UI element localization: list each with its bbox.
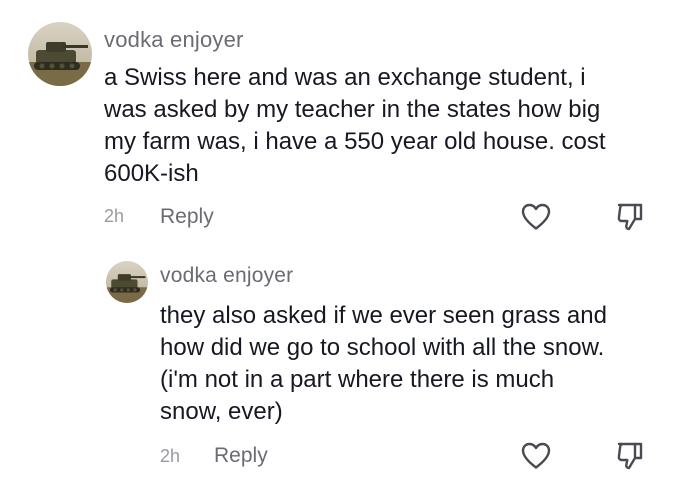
heart-outline-icon: [521, 203, 551, 230]
reply-button[interactable]: Reply: [160, 205, 214, 229]
comment-username[interactable]: vodka enjoyer: [104, 27, 244, 53]
avatar[interactable]: [28, 22, 92, 86]
heart-outline-icon: [521, 442, 551, 469]
reply-dislike-button[interactable]: [610, 436, 650, 476]
reply-timestamp: 2h: [160, 446, 181, 466]
thumbs-down-icon: [617, 442, 643, 470]
reply-text: they also asked if we ever seen grass an…: [160, 302, 607, 425]
dislike-button[interactable]: [610, 197, 650, 237]
reply-reply-button[interactable]: Reply: [214, 444, 268, 468]
comment-timestamp: 2h: [104, 206, 125, 226]
thumbs-down-icon: [617, 203, 643, 231]
like-button[interactable]: [516, 197, 556, 237]
comment-thread: vodka enjoyer a Swiss here and was an ex…: [0, 0, 700, 487]
reply-like-button[interactable]: [516, 436, 556, 476]
reply-username[interactable]: vodka enjoyer: [160, 264, 293, 288]
reply-avatar[interactable]: [106, 261, 148, 303]
comment-text: a Swiss here and was an exchange student…: [104, 64, 606, 187]
